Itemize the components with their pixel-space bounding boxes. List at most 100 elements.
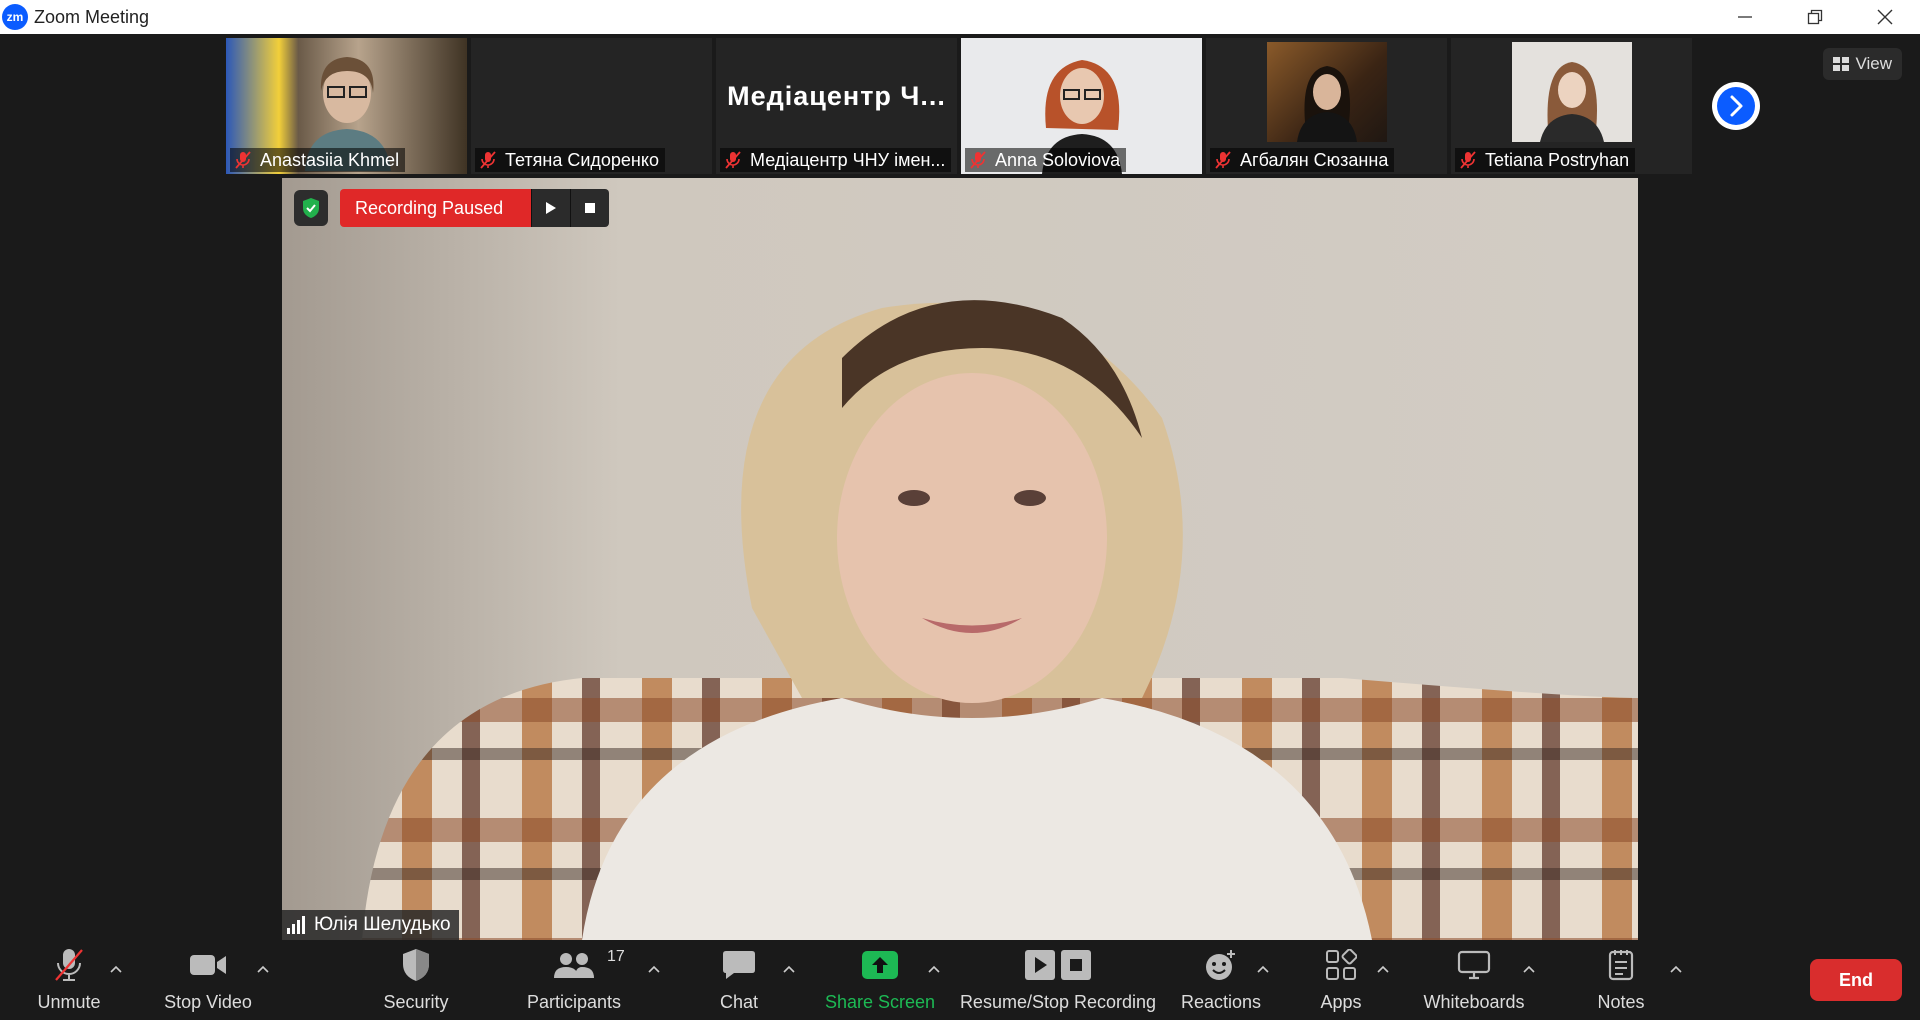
grid-icon — [1833, 57, 1850, 71]
participant-name-text: Медіацентр ЧНУ імен... — [750, 149, 946, 170]
participants-icon-wrap: 17 — [553, 940, 625, 990]
security-icon-wrap — [401, 940, 431, 990]
chevron-up-icon — [928, 965, 940, 973]
notes-options-caret[interactable] — [1668, 962, 1684, 976]
minimize-icon — [1738, 16, 1752, 18]
stop-icon — [585, 203, 596, 213]
reactions-options-caret[interactable] — [1255, 962, 1271, 976]
apps-options-caret[interactable] — [1375, 962, 1391, 976]
person-silhouette-icon — [1539, 62, 1604, 142]
share-screen-icon — [862, 951, 898, 979]
chevron-up-icon — [648, 965, 660, 973]
unmute-button[interactable]: Unmute — [30, 940, 108, 1020]
view-label: View — [1855, 54, 1892, 73]
reactions-button[interactable]: Reactions — [1180, 940, 1262, 1020]
participant-name: Медіацентр ЧНУ імен... — [720, 148, 952, 172]
chat-button[interactable]: Chat — [714, 940, 764, 1020]
chat-options-caret[interactable] — [781, 962, 797, 976]
muted-mic-icon — [235, 151, 251, 169]
recording-icon-wrap — [1025, 940, 1091, 990]
minimize-button[interactable] — [1710, 0, 1780, 34]
chevron-right-icon — [1717, 87, 1755, 125]
participants-count: 17 — [607, 948, 625, 965]
whiteboards-label: Whiteboards — [1423, 992, 1525, 1012]
participant-name: Агбалян Сюзанна — [1210, 148, 1395, 172]
recording-bar: Recording Paused — [294, 189, 610, 227]
security-label: Security — [383, 992, 449, 1012]
mic-icon-wrap — [52, 940, 86, 990]
participant-tile[interactable]: Anastasiia Khmel — [226, 38, 467, 174]
next-page-button[interactable] — [1712, 82, 1760, 130]
play-icon — [546, 202, 557, 214]
apps-icon-wrap — [1325, 940, 1357, 990]
participants-options-caret[interactable] — [646, 962, 662, 976]
participant-name-text: Агбалян Сюзанна — [1240, 149, 1389, 170]
close-button[interactable] — [1850, 0, 1920, 34]
whiteboards-icon-wrap — [1457, 940, 1491, 990]
whiteboards-options-caret[interactable] — [1521, 962, 1537, 976]
muted-mic-icon — [55, 949, 83, 981]
apps-icon — [1326, 949, 1357, 980]
participant-name: Тетяна Сидоренко — [475, 148, 665, 172]
close-icon — [1877, 9, 1893, 25]
share-icon-wrap — [862, 940, 898, 990]
shield-icon — [403, 949, 429, 981]
view-button[interactable]: View — [1823, 48, 1902, 80]
muted-mic-icon — [970, 151, 986, 169]
share-options-caret[interactable] — [926, 962, 942, 976]
whiteboards-button[interactable]: Whiteboards — [1418, 940, 1530, 1020]
resume-recording-button[interactable] — [531, 189, 571, 227]
play-icon — [1025, 950, 1055, 980]
stop-recording-button[interactable] — [570, 189, 610, 227]
whiteboard-icon — [1457, 950, 1491, 980]
speaker-name-tag: Юлія Шелудько — [282, 910, 459, 940]
chat-bubble-icon — [723, 951, 755, 979]
window-controls — [1710, 0, 1920, 34]
stop-video-button[interactable]: Stop Video — [158, 940, 258, 1020]
title-bar: zm Zoom Meeting — [0, 0, 1920, 34]
participants-label: Participants — [526, 992, 622, 1012]
audio-options-caret[interactable] — [108, 962, 124, 976]
participant-tile[interactable]: Медіацентр Ч... Медіацентр ЧНУ імен... — [716, 38, 957, 174]
speaker-name: Юлія Шелудько — [314, 914, 451, 935]
unmute-label: Unmute — [37, 992, 101, 1012]
zoom-logo-icon: zm — [2, 4, 28, 30]
participant-name-text: Anastasiia Khmel — [260, 149, 400, 170]
participant-tile[interactable]: Anna Soloviova — [961, 38, 1202, 174]
muted-mic-icon — [1460, 151, 1476, 169]
restore-button[interactable] — [1780, 0, 1850, 34]
recording-label: Resume/Stop Recording — [959, 992, 1157, 1012]
participant-strip: Anastasiia Khmel Тетяна Сидоренко Медіац… — [226, 38, 1694, 174]
chat-label: Chat — [719, 992, 759, 1012]
recording-controls[interactable]: Resume/Stop Recording — [956, 940, 1160, 1020]
video-options-caret[interactable] — [255, 962, 271, 976]
participant-name: Tetiana Postryhan — [1455, 148, 1636, 172]
reactions-label: Reactions — [1180, 992, 1262, 1012]
share-screen-label: Share Screen — [824, 992, 936, 1012]
video-frame — [1511, 42, 1632, 142]
speaker-scene — [282, 178, 1638, 940]
encryption-badge[interactable] — [294, 190, 328, 226]
chevron-up-icon — [1670, 965, 1682, 973]
reactions-icon — [1206, 950, 1235, 980]
chevron-up-icon — [257, 965, 269, 973]
notes-label: Notes — [1597, 992, 1645, 1012]
participant-tile[interactable]: Агбалян Сюзанна — [1206, 38, 1447, 174]
apps-button[interactable]: Apps — [1315, 940, 1367, 1020]
apps-label: Apps — [1320, 992, 1362, 1012]
participants-icon — [554, 953, 594, 978]
participant-name: Anastasiia Khmel — [230, 148, 406, 172]
window-title: Zoom Meeting — [34, 6, 150, 27]
participant-name-text: Тетяна Сидоренко — [505, 149, 659, 170]
end-meeting-button[interactable]: End — [1810, 959, 1902, 1001]
notes-button[interactable]: Notes — [1592, 940, 1650, 1020]
participant-tile[interactable]: Тетяна Сидоренко — [471, 38, 712, 174]
signal-bars-icon — [287, 916, 305, 934]
chevron-up-icon — [783, 965, 795, 973]
participant-tile[interactable]: Tetiana Postryhan — [1451, 38, 1692, 174]
active-speaker-video: Recording Paused Юлія Шелудько — [282, 178, 1638, 940]
security-button[interactable]: Security — [376, 940, 456, 1020]
share-screen-button[interactable]: Share Screen — [824, 940, 936, 1020]
participants-button[interactable]: 17 Participants — [521, 940, 627, 1020]
notes-icon-wrap — [1607, 940, 1635, 990]
